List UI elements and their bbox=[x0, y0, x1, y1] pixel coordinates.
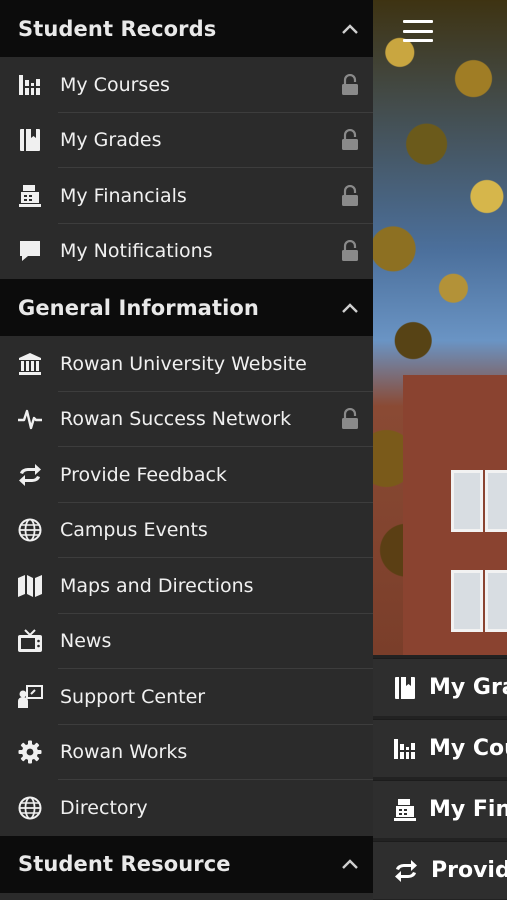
menu-item-news[interactable]: News bbox=[0, 614, 373, 670]
menu-item-rowan-works[interactable]: Rowan Works bbox=[0, 725, 373, 781]
menu-item-maps-and-directions[interactable]: Maps and Directions bbox=[0, 558, 373, 614]
map-icon bbox=[17, 573, 43, 599]
home-tile-label: Provide bbox=[431, 858, 507, 883]
home-tile-label: My Fina bbox=[429, 797, 507, 822]
home-tile-my-courses[interactable]: My Cou bbox=[373, 719, 507, 777]
menu-item-label: My Financials bbox=[60, 184, 187, 207]
home-tile-my-grades[interactable]: My Gra bbox=[373, 658, 507, 716]
gear-icon bbox=[17, 739, 43, 765]
menu-item-my-grades[interactable]: My Grades bbox=[0, 113, 373, 169]
book-icon bbox=[17, 127, 43, 153]
menu-item-campus-events[interactable]: Campus Events bbox=[0, 503, 373, 559]
home-tile-label: My Cou bbox=[429, 736, 507, 761]
chevron-up-icon[interactable] bbox=[339, 853, 361, 875]
home-tile-my-financials[interactable]: My Fina bbox=[373, 780, 507, 838]
menu-item-label: Rowan Success Network bbox=[60, 408, 292, 431]
navigation-drawer: Student Records My Courses My Grades My … bbox=[0, 0, 373, 900]
section-header-general-information[interactable]: General Information bbox=[0, 279, 373, 336]
cash-register-icon bbox=[393, 797, 417, 823]
hamburger-menu-icon[interactable] bbox=[403, 18, 433, 44]
menu-item-label: Directory bbox=[60, 796, 148, 819]
lock-icon bbox=[339, 72, 361, 98]
home-screen-background: My Gra My Cou My Fina Provide bbox=[373, 0, 507, 900]
menu-item-directory[interactable]: Directory bbox=[0, 780, 373, 836]
lock-icon bbox=[339, 183, 361, 209]
chevron-up-icon[interactable] bbox=[339, 297, 361, 319]
section-title: Student Resource bbox=[18, 852, 231, 876]
menu-item-label: Maps and Directions bbox=[60, 574, 254, 597]
building-window bbox=[485, 470, 507, 532]
book-icon bbox=[393, 675, 417, 701]
menu-item-my-financials[interactable]: My Financials bbox=[0, 168, 373, 224]
lock-icon bbox=[339, 238, 361, 264]
globe-icon bbox=[17, 795, 43, 821]
chevron-up-icon[interactable] bbox=[339, 18, 361, 40]
books-icon bbox=[393, 736, 417, 762]
building-window bbox=[451, 570, 483, 632]
menu-item-label: Rowan Works bbox=[60, 741, 188, 764]
menu-item-rowan-university-website[interactable]: Rowan University Website bbox=[0, 336, 373, 392]
home-tile-label: My Gra bbox=[429, 675, 507, 700]
exchange-icon bbox=[393, 858, 419, 884]
menu-item-support-center[interactable]: Support Center bbox=[0, 669, 373, 725]
books-icon bbox=[17, 72, 43, 98]
brick-building bbox=[403, 375, 507, 655]
section-header-student-resource[interactable]: Student Resource bbox=[0, 835, 373, 893]
menu-item-my-courses[interactable]: My Courses bbox=[0, 57, 373, 113]
menu-item-label: Provide Feedback bbox=[60, 463, 227, 486]
menu-item-label: News bbox=[60, 630, 112, 653]
speech-bubble-icon bbox=[17, 238, 43, 264]
university-icon bbox=[17, 351, 43, 377]
home-tile-provide-feedback[interactable]: Provide bbox=[373, 841, 507, 899]
menu-item-label: My Notifications bbox=[60, 240, 213, 263]
menu-item-label: Campus Events bbox=[60, 519, 208, 542]
exchange-icon bbox=[17, 462, 43, 488]
campus-photo bbox=[373, 0, 507, 655]
menu-item-label: My Courses bbox=[60, 73, 170, 96]
menu-item-label: Support Center bbox=[60, 685, 206, 708]
heartbeat-icon bbox=[17, 406, 43, 432]
cash-register-icon bbox=[17, 183, 43, 209]
building-window bbox=[451, 470, 483, 532]
building-window bbox=[485, 570, 507, 632]
section-title: General Information bbox=[18, 295, 259, 320]
lock-icon bbox=[339, 406, 361, 432]
lock-icon bbox=[339, 127, 361, 153]
menu-item-rowan-success-network[interactable]: Rowan Success Network bbox=[0, 392, 373, 448]
menu-item-provide-feedback[interactable]: Provide Feedback bbox=[0, 447, 373, 503]
section-header-student-records[interactable]: Student Records bbox=[0, 0, 373, 57]
section-title: Student Records bbox=[18, 16, 217, 41]
menu-item-my-notifications[interactable]: My Notifications bbox=[0, 224, 373, 280]
globe-icon bbox=[17, 517, 43, 543]
menu-item-label: My Grades bbox=[60, 129, 162, 152]
presenter-icon bbox=[17, 684, 43, 710]
menu-item-label: Rowan University Website bbox=[60, 352, 307, 375]
tv-icon bbox=[17, 628, 43, 654]
